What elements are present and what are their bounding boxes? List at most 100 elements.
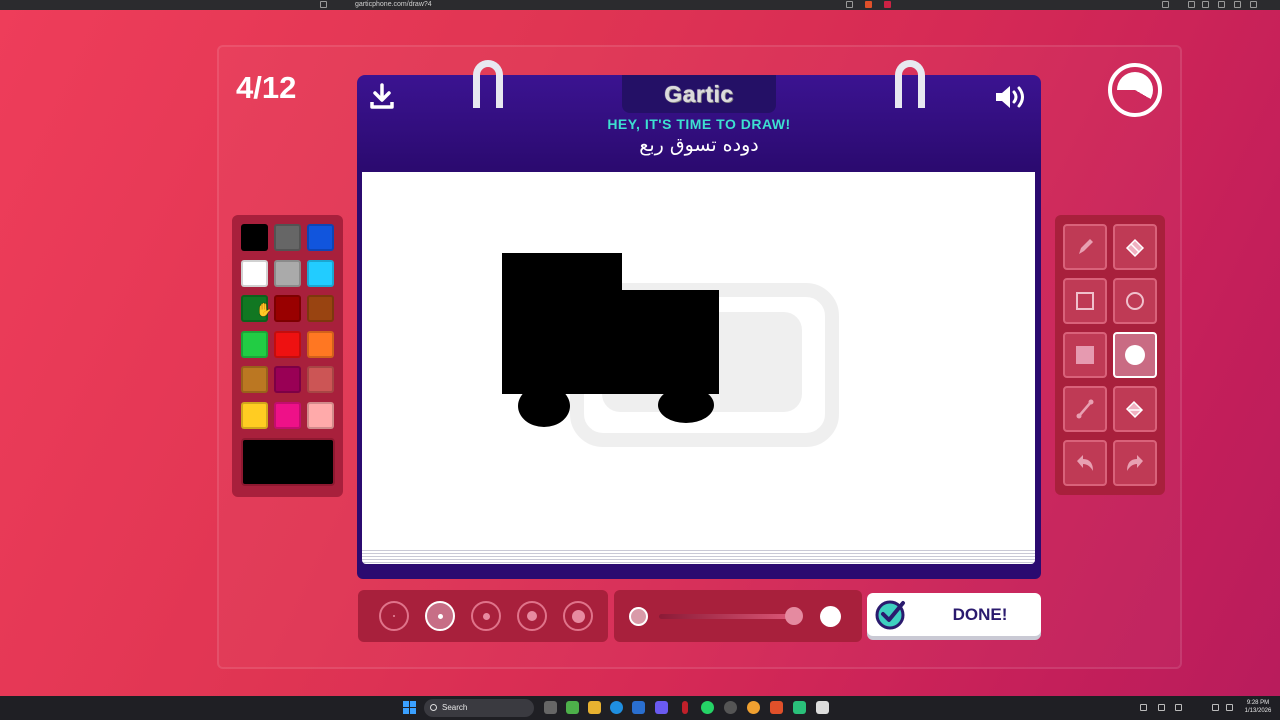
brave-icon[interactable] xyxy=(770,701,783,714)
notepad-icon[interactable] xyxy=(816,701,829,714)
opacity-slider-thumb[interactable] xyxy=(785,607,803,625)
download-icon[interactable] xyxy=(368,82,396,110)
brave-shield-icon[interactable] xyxy=(865,1,872,8)
done-label: DONE! xyxy=(952,604,1008,624)
tray-chevron-icon[interactable] xyxy=(1124,704,1131,711)
browser-top-bar: garticphone.com/draw?4 xyxy=(0,0,1280,10)
pencil-tool[interactable] xyxy=(1063,224,1107,270)
line-tool[interactable] xyxy=(1063,386,1107,432)
color-swatch[interactable] xyxy=(307,295,334,322)
color-swatch[interactable] xyxy=(274,331,301,358)
bucket-fill-tool[interactable] xyxy=(1113,386,1157,432)
color-swatch[interactable] xyxy=(274,224,301,251)
brush-size-dot-icon xyxy=(482,612,490,620)
copilot-icon[interactable] xyxy=(566,701,579,714)
opacity-slider-track[interactable] xyxy=(659,614,801,619)
store-icon[interactable] xyxy=(632,701,645,714)
opacity-low-icon xyxy=(629,607,648,626)
color-swatch[interactable] xyxy=(241,260,268,287)
menu-icon[interactable] xyxy=(1266,1,1273,8)
network-icon[interactable] xyxy=(1212,704,1219,711)
color-swatch[interactable] xyxy=(307,260,334,287)
undo-icon xyxy=(1073,452,1097,474)
drawing-svg xyxy=(502,253,839,447)
done-button[interactable]: DONE! xyxy=(867,593,1041,636)
drawing-canvas[interactable] xyxy=(362,172,1035,548)
drawn-wheel-left xyxy=(518,385,570,427)
search-placeholder: Search xyxy=(442,703,468,712)
volume-icon[interactable] xyxy=(994,84,1030,110)
rectangle-outline-icon xyxy=(1074,290,1096,312)
ellipse-outline-tool[interactable] xyxy=(1113,278,1157,324)
whatsapp-icon[interactable] xyxy=(701,701,714,714)
brush-size-button[interactable] xyxy=(425,601,455,631)
ellipse-fill-tool[interactable] xyxy=(1113,332,1157,378)
round-counter: 4/12 xyxy=(236,70,297,105)
extensions-icon[interactable] xyxy=(1218,1,1225,8)
taskbar-search[interactable]: Search xyxy=(424,699,534,717)
share-icon[interactable] xyxy=(846,1,853,8)
vpn-icon[interactable] xyxy=(1250,1,1257,8)
brush-size-button[interactable] xyxy=(563,601,593,631)
undo-tool[interactable] xyxy=(1063,440,1107,486)
color-swatch[interactable] xyxy=(307,402,334,429)
hand-cursor-icon: ✋ xyxy=(256,303,273,318)
site-info-icon[interactable] xyxy=(341,1,348,8)
brush-size-button[interactable] xyxy=(517,601,547,631)
reading-list-icon[interactable] xyxy=(1202,1,1209,8)
address-bar-url[interactable]: garticphone.com/draw?4 xyxy=(355,0,432,10)
sheets-icon[interactable] xyxy=(793,701,806,714)
ellipse-fill-icon xyxy=(1124,344,1146,366)
brush-size-dot-icon xyxy=(571,609,585,623)
drawn-wheel-right xyxy=(658,387,714,423)
task-view-icon[interactable] xyxy=(544,701,557,714)
eraser-tool[interactable] xyxy=(1113,224,1157,270)
tray-app-icon[interactable] xyxy=(1140,704,1147,711)
pencil-icon xyxy=(1074,236,1096,258)
color-swatch[interactable] xyxy=(274,402,301,429)
wallet-icon[interactable] xyxy=(1234,1,1241,8)
check-icon xyxy=(875,600,905,630)
opacity-high-icon xyxy=(820,606,841,627)
color-swatch[interactable] xyxy=(241,366,268,393)
color-swatch[interactable] xyxy=(274,366,301,393)
rewards-icon[interactable] xyxy=(884,1,891,8)
bucket-fill-icon xyxy=(1123,398,1147,420)
rectangle-fill-tool[interactable] xyxy=(1063,332,1107,378)
color-swatch[interactable] xyxy=(307,366,334,393)
clock-date: 1/13/2026 xyxy=(1244,708,1272,714)
sidebar-icon[interactable] xyxy=(1162,1,1169,8)
timer-icon xyxy=(1108,63,1162,117)
tray-app-icon[interactable] xyxy=(1158,704,1165,711)
speaker-icon[interactable] xyxy=(1226,704,1233,711)
file-explorer-icon[interactable] xyxy=(588,701,601,714)
brush-size-button[interactable] xyxy=(379,601,409,631)
brush-size-dot-icon xyxy=(527,611,537,621)
steam-icon[interactable] xyxy=(724,701,737,714)
instruction-text: HEY, IT'S TIME TO DRAW! xyxy=(607,116,791,132)
redo-tool[interactable] xyxy=(1113,440,1157,486)
chrome-icon[interactable] xyxy=(747,701,760,714)
app-icon[interactable] xyxy=(682,701,688,714)
discord-icon[interactable] xyxy=(655,701,668,714)
drawing-prompt: دوده تسوق ربع xyxy=(639,134,759,156)
color-swatch[interactable] xyxy=(307,224,334,251)
taskbar-clock[interactable]: 9:28 PM 1/13/2026 xyxy=(1238,699,1278,715)
bookmark-icon[interactable] xyxy=(320,1,327,8)
color-swatch[interactable] xyxy=(274,295,301,322)
rectangle-outline-tool[interactable] xyxy=(1063,278,1107,324)
color-swatch[interactable] xyxy=(241,224,268,251)
taskbar: Search 9:28 PM 1/13/2026 xyxy=(0,696,1280,720)
microphone-icon[interactable] xyxy=(1175,704,1182,711)
color-swatch[interactable] xyxy=(241,331,268,358)
windows-start-icon[interactable] xyxy=(403,701,416,714)
edge-icon[interactable] xyxy=(610,701,623,714)
eraser-icon xyxy=(1123,236,1147,258)
color-swatch[interactable] xyxy=(241,402,268,429)
media-icon[interactable] xyxy=(1188,1,1195,8)
current-color-preview[interactable] xyxy=(241,438,335,486)
color-swatch[interactable] xyxy=(274,260,301,287)
color-swatch[interactable] xyxy=(307,331,334,358)
redo-icon xyxy=(1123,452,1147,474)
brush-size-button[interactable] xyxy=(471,601,501,631)
